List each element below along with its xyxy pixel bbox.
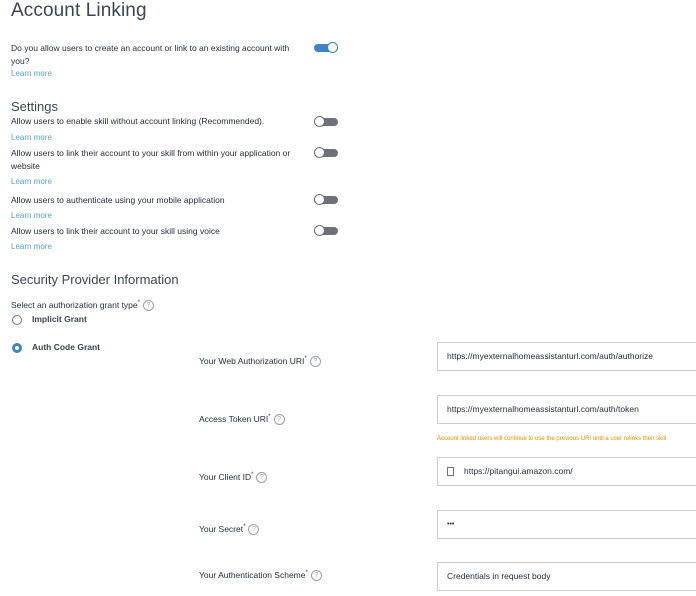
- setting-label-voice-linking: Allow users to link their account to you…: [11, 226, 220, 236]
- auth-code-grant-radio[interactable]: [12, 343, 22, 353]
- client-id-label-row: Your Client ID*?: [199, 472, 268, 484]
- page-title: Account Linking: [11, 0, 147, 21]
- auth-scheme-select[interactable]: Credentials in request body: [437, 562, 696, 591]
- help-icon[interactable]: ?: [248, 524, 260, 536]
- access-token-uri-input[interactable]: https://myexternalhomeassistanturl.com/a…: [437, 395, 696, 424]
- account-linking-toggle[interactable]: [314, 42, 338, 55]
- required-marker: *: [305, 570, 308, 577]
- account-linking-learn-more-link[interactable]: Learn more: [11, 69, 52, 78]
- help-icon[interactable]: ?: [309, 356, 321, 368]
- setting-label-enable-without-linking: Allow users to enable skill without acco…: [11, 116, 265, 126]
- settings-heading: Settings: [11, 99, 58, 114]
- secret-input[interactable]: •••: [437, 510, 696, 539]
- access-token-uri-warning: Account linked users will continue to us…: [437, 436, 667, 442]
- web-auth-uri-label: Your Web Authorization URI: [199, 356, 305, 366]
- copy-icon[interactable]: [447, 467, 454, 477]
- setting-label-link-from-app: Allow users to link their account to you…: [11, 148, 291, 171]
- required-marker: *: [243, 524, 246, 531]
- setting-toggle-link-from-app[interactable]: [314, 147, 338, 160]
- client-id-input[interactable]: https://pitangui.amazon.com/: [437, 457, 696, 486]
- setting-learn-more-link-1[interactable]: Learn more: [11, 177, 52, 186]
- client-id-value: https://pitangui.amazon.com/: [464, 466, 573, 476]
- auth-scheme-label-row: Your Authentication Scheme*?: [199, 570, 322, 582]
- grant-type-label: Select an authorization grant type: [11, 299, 138, 310]
- secret-label: Your Secret: [199, 524, 244, 534]
- help-icon[interactable]: ?: [310, 570, 322, 582]
- setting-learn-more-link-3[interactable]: Learn more: [11, 242, 52, 251]
- secret-label-row: Your Secret*?: [199, 524, 260, 536]
- web-auth-uri-label-row: Your Web Authorization URI*?: [199, 356, 321, 368]
- toggle-knob: [314, 225, 325, 236]
- setting-toggle-mobile-auth[interactable]: [314, 194, 338, 207]
- setting-toggle-voice-linking[interactable]: [314, 225, 338, 238]
- toggle-knob: [314, 147, 325, 158]
- help-icon[interactable]: ?: [256, 472, 268, 484]
- client-id-label: Your Client ID: [199, 472, 252, 482]
- grant-type-label-row: Select an authorization grant type*?: [11, 297, 154, 312]
- help-icon[interactable]: ?: [142, 300, 154, 312]
- toggle-knob: [327, 42, 338, 53]
- access-token-uri-label: Access Token URI: [199, 414, 269, 424]
- auth-scheme-label: Your Authentication Scheme: [199, 570, 306, 580]
- security-provider-heading: Security Provider Information: [11, 272, 179, 287]
- setting-toggle-enable-without-linking[interactable]: [314, 116, 338, 129]
- web-auth-uri-input[interactable]: https://myexternalhomeassistanturl.com/a…: [437, 342, 696, 371]
- setting-learn-more-link-0[interactable]: Learn more: [11, 133, 52, 142]
- implicit-grant-label: Implicit Grant: [32, 314, 87, 324]
- toggle-knob: [314, 194, 325, 205]
- required-marker: *: [304, 356, 307, 363]
- auth-code-grant-label: Auth Code Grant: [32, 342, 100, 352]
- account-linking-question: Do you allow users to create an account …: [11, 43, 290, 66]
- required-marker: *: [137, 300, 140, 306]
- required-marker: *: [268, 414, 271, 421]
- access-token-uri-label-row: Access Token URI*?: [199, 414, 285, 426]
- setting-label-mobile-auth: Allow users to authenticate using your m…: [11, 195, 225, 205]
- setting-learn-more-link-2[interactable]: Learn more: [11, 211, 52, 220]
- implicit-grant-radio[interactable]: [12, 315, 22, 325]
- help-icon[interactable]: ?: [273, 414, 285, 426]
- toggle-knob: [314, 116, 325, 127]
- required-marker: *: [251, 472, 254, 479]
